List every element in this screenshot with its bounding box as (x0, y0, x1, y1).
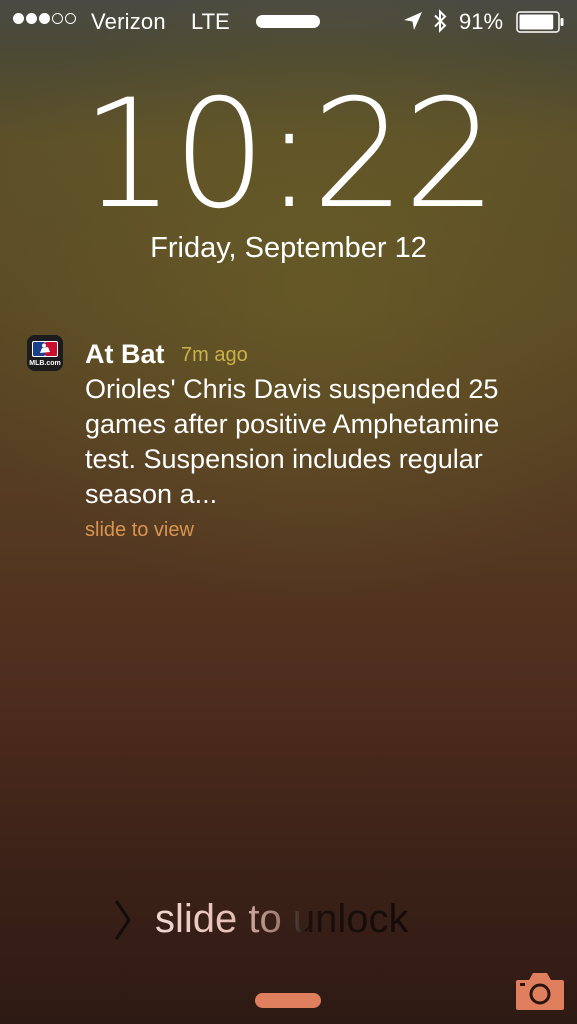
svg-text:MLB.com: MLB.com (29, 360, 61, 367)
bluetooth-icon (434, 9, 447, 33)
network-type: LTE (191, 9, 230, 34)
battery-icon (516, 11, 564, 33)
location-arrow-icon (404, 12, 422, 30)
lock-screen-clock: 10:22 (0, 70, 577, 240)
carrier-name: Verizon (91, 9, 166, 34)
date-display: Friday, September 12 (150, 232, 427, 264)
notification-app-name: At Bat (85, 339, 165, 369)
slide-to-unlock[interactable]: slide to unlock (112, 894, 452, 944)
status-bar: Verizon LTE 91% (0, 0, 577, 44)
status-pill (256, 15, 320, 28)
mlb-icon: MLB.com (27, 335, 63, 371)
notification-message: Orioles' Chris Davis suspended 25 games … (85, 374, 500, 509)
control-center-grabber[interactable] (255, 993, 321, 1008)
slide-to-view-hint[interactable]: slide to view (85, 519, 194, 542)
camera-icon[interactable] (514, 970, 566, 1012)
notification-time: 7m ago (181, 344, 248, 366)
battery-percent: 91% (459, 9, 504, 34)
signal-strength-icon (13, 13, 76, 24)
time-display: 10:22 (81, 68, 498, 242)
slide-to-unlock-label: slide to unlock (155, 894, 408, 944)
chevron-right-icon (115, 900, 131, 940)
